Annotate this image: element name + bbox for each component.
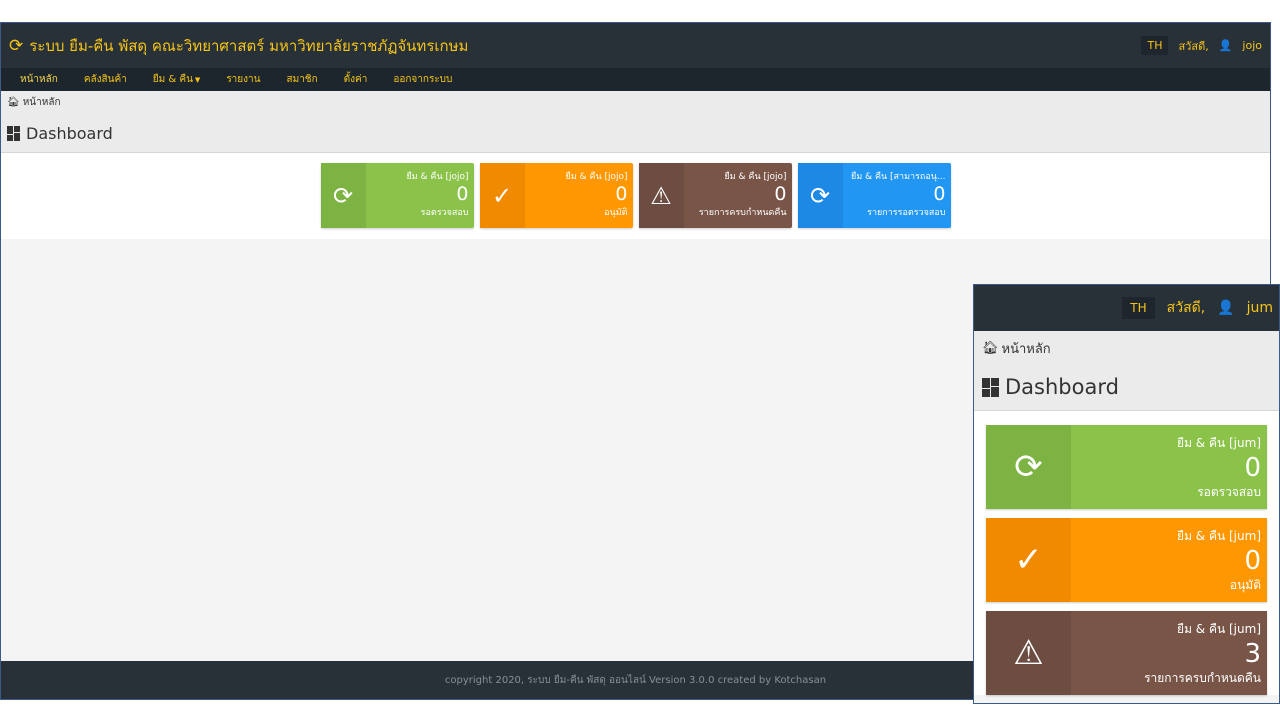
zoom-top-bar: TH สวัสดี, 👤 jum bbox=[974, 285, 1279, 331]
language-switch[interactable]: TH bbox=[1141, 36, 1169, 55]
refresh-icon: ⟳ bbox=[9, 35, 24, 56]
nav-members[interactable]: สมาชิก bbox=[274, 72, 331, 87]
dashboard-icon bbox=[982, 377, 999, 397]
greeting: สวัสดี, bbox=[1178, 39, 1209, 53]
nav-borrow-label: ยืม & คืน bbox=[152, 74, 193, 85]
breadcrumb-home: หน้าหลัก bbox=[1001, 342, 1051, 357]
user-name[interactable]: jum bbox=[1247, 300, 1273, 316]
card-count: 3 bbox=[1244, 639, 1261, 669]
card-caption: รายการครบกำหนดคืน bbox=[698, 208, 787, 218]
refresh-icon: ⟳ bbox=[797, 163, 843, 228]
check-icon: ✓ bbox=[986, 518, 1071, 602]
card-title: ยืม & คืน [jojo] bbox=[406, 172, 469, 182]
card-awaiting-review[interactable]: ⟳ ยืม & คืน [สามารถอนุ... 0 รายการรอตรวจ… bbox=[797, 163, 951, 228]
user-icon: 👤 bbox=[1218, 39, 1233, 52]
nav-home[interactable]: หน้าหลัก bbox=[7, 72, 71, 87]
card-approved[interactable]: ✓ ยืม & คืน [jojo] 0 อนุมัติ bbox=[479, 163, 633, 228]
card-pending[interactable]: ⟳ ยืม & คืน [jum] 0 รอตรวจสอบ bbox=[986, 425, 1267, 509]
page-title: Dashboard bbox=[7, 124, 1264, 143]
caret-down-icon: ▼ bbox=[194, 76, 201, 84]
card-caption: รอตรวจสอบ bbox=[1197, 485, 1261, 499]
refresh-icon: ⟳ bbox=[986, 425, 1071, 509]
brand[interactable]: ⟳ ระบบ ยืม-คืน พัสดุ คณะวิทยาศาสตร์ มหาว… bbox=[9, 34, 468, 58]
top-bar: ⟳ ระบบ ยืม-คืน พัสดุ คณะวิทยาศาสตร์ มหาว… bbox=[1, 23, 1270, 68]
footer-text: copyright 2020, ระบบ ยืม-คืน พัสดุ ออนไล… bbox=[444, 674, 827, 686]
card-title: ยืม & คืน [jum] bbox=[1177, 436, 1261, 450]
card-title: ยืม & คืน [jojo] bbox=[724, 172, 787, 182]
home-icon: 🏠︎ bbox=[982, 341, 999, 356]
card-count: 0 bbox=[456, 183, 469, 205]
nav-logout[interactable]: ออกจากระบบ bbox=[380, 72, 465, 87]
card-caption: อนุมัติ bbox=[1229, 578, 1261, 592]
card-caption: รอตรวจสอบ bbox=[420, 208, 469, 218]
language-switch[interactable]: TH bbox=[1122, 297, 1155, 319]
page-title-text: Dashboard bbox=[1005, 375, 1119, 399]
app-title: ระบบ ยืม-คืน พัสดุ คณะวิทยาศาสตร์ มหาวิท… bbox=[29, 36, 469, 55]
dashboard-icon bbox=[7, 126, 20, 141]
user-icon: 👤 bbox=[1217, 300, 1235, 316]
warning-icon: ⚠ bbox=[986, 611, 1071, 695]
refresh-icon: ⟳ bbox=[320, 163, 366, 228]
nav-inventory[interactable]: คลังสินค้า bbox=[71, 72, 140, 87]
main-nav: หน้าหลัก คลังสินค้า ยืม & คืน ▼ รายงาน สม… bbox=[1, 68, 1270, 91]
user-name[interactable]: jojo bbox=[1242, 39, 1262, 52]
card-count: 0 bbox=[774, 183, 787, 205]
nav-report[interactable]: รายงาน bbox=[213, 72, 273, 87]
card-title: ยืม & คืน [jojo] bbox=[565, 172, 628, 182]
warning-icon: ⚠ bbox=[638, 163, 684, 228]
card-approved[interactable]: ✓ ยืม & คืน [jum] 0 อนุมัติ bbox=[986, 518, 1267, 602]
card-caption: อนุมัติ bbox=[604, 208, 628, 218]
card-count: 0 bbox=[933, 183, 946, 205]
dashboard-cards: ⟳ ยืม & คืน [jojo] 0 รอตรวจสอบ ✓ ยืม & ค… bbox=[1, 153, 1270, 239]
page-title: Dashboard bbox=[982, 375, 1271, 399]
card-title: ยืม & คืน [สามารถอนุ... bbox=[851, 172, 946, 182]
breadcrumb-home: หน้าหลัก bbox=[22, 97, 61, 108]
card-title: ยืม & คืน [jum] bbox=[1177, 622, 1261, 636]
card-due[interactable]: ⚠ ยืม & คืน [jum] 3 รายการครบกำหนดคืน bbox=[986, 611, 1267, 695]
check-icon: ✓ bbox=[479, 163, 525, 228]
user-area: TH สวัสดี, 👤 jojo bbox=[1141, 36, 1262, 55]
nav-borrow-return[interactable]: ยืม & คืน ▼ bbox=[140, 72, 214, 87]
breadcrumb[interactable]: 🏠︎ หน้าหลัก bbox=[7, 95, 1264, 110]
card-caption: รายการรอตรวจสอบ bbox=[867, 208, 946, 218]
zoom-cards: ⟳ ยืม & คืน [jum] 0 รอตรวจสอบ ✓ ยืม & คื… bbox=[974, 411, 1279, 695]
page-title-text: Dashboard bbox=[26, 124, 113, 143]
card-due[interactable]: ⚠ ยืม & คืน [jojo] 0 รายการครบกำหนดคืน bbox=[638, 163, 792, 228]
zoom-breadcrumb-bar: 🏠︎ หน้าหลัก Dashboard bbox=[974, 331, 1279, 411]
card-caption: รายการครบกำหนดคืน bbox=[1144, 671, 1261, 685]
breadcrumb-bar: 🏠︎ หน้าหลัก Dashboard bbox=[1, 91, 1270, 153]
nav-settings[interactable]: ตั้งค่า bbox=[331, 72, 381, 87]
card-count: 0 bbox=[1244, 546, 1261, 576]
greeting: สวัสดี, bbox=[1166, 300, 1206, 316]
card-pending[interactable]: ⟳ ยืม & คืน [jojo] 0 รอตรวจสอบ bbox=[320, 163, 474, 228]
breadcrumb[interactable]: 🏠︎ หน้าหลัก bbox=[982, 338, 1271, 359]
card-title: ยืม & คืน [jum] bbox=[1177, 529, 1261, 543]
zoom-window: TH สวัสดี, 👤 jum 🏠︎ หน้าหลัก Dashboard ⟳… bbox=[973, 284, 1280, 704]
card-count: 0 bbox=[615, 183, 628, 205]
card-count: 0 bbox=[1244, 453, 1261, 483]
home-icon: 🏠︎ bbox=[7, 97, 20, 108]
